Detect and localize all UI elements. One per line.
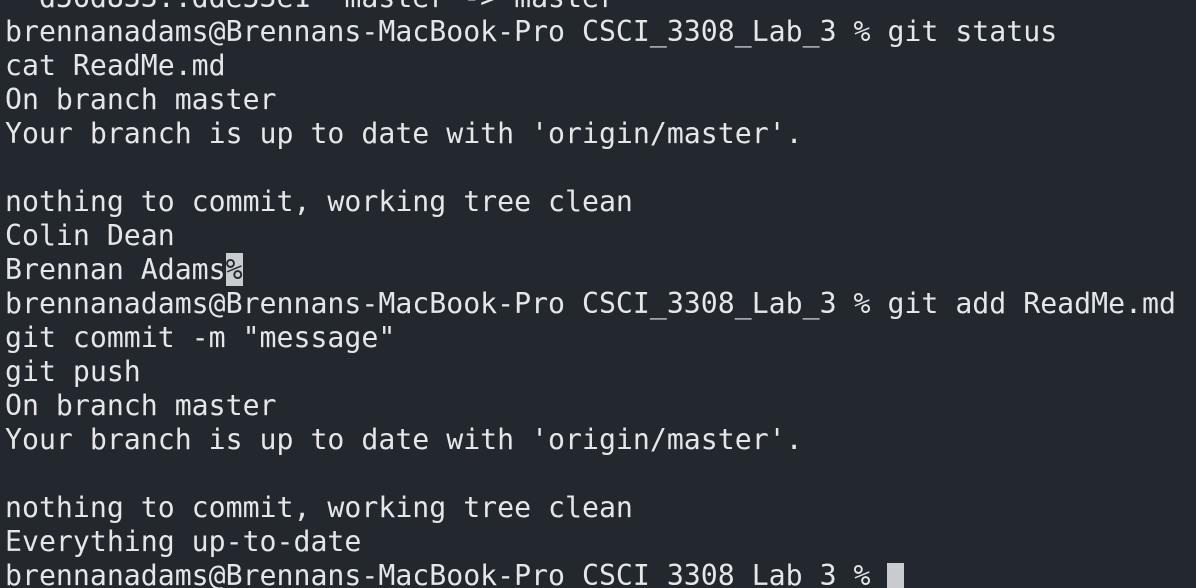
text-cursor	[887, 563, 905, 588]
no-newline-marker: %	[225, 253, 243, 286]
terminal-line: On branch master	[5, 83, 277, 116]
terminal-line: Your branch is up to date with 'origin/m…	[5, 117, 803, 150]
terminal-line: brennanadams@Brennans-MacBook-Pro CSCI_3…	[5, 287, 1176, 320]
terminal-line: Your branch is up to date with 'origin/m…	[5, 423, 803, 456]
prompt-text: brennanadams@Brennans-MacBook-Pro CSCI_3…	[5, 559, 888, 588]
terminal-line: git push	[5, 355, 141, 388]
terminal-line: d56d833..dde53e1 master -> master	[5, 0, 1176, 15]
terminal-line: brennanadams@Brennans-MacBook-Pro CSCI_3…	[5, 15, 1058, 48]
terminal-line: nothing to commit, working tree clean	[5, 491, 633, 524]
terminal-window[interactable]: d56d833..dde53e1 master -> master brenna…	[0, 0, 1196, 588]
terminal-line: Colin Dean	[5, 219, 175, 252]
terminal-prompt-line[interactable]: brennanadams@Brennans-MacBook-Pro CSCI_3…	[5, 559, 1176, 588]
terminal-output: d56d833..dde53e1 master -> master brenna…	[5, 0, 1176, 588]
terminal-line: cat ReadMe.md	[5, 49, 226, 82]
terminal-line: nothing to commit, working tree clean	[5, 185, 633, 218]
terminal-line: On branch master	[5, 389, 277, 422]
terminal-line: Brennan Adams%	[5, 253, 243, 286]
terminal-line: Everything up-to-date	[5, 525, 362, 558]
terminal-line: git commit -m "message"	[5, 321, 396, 354]
